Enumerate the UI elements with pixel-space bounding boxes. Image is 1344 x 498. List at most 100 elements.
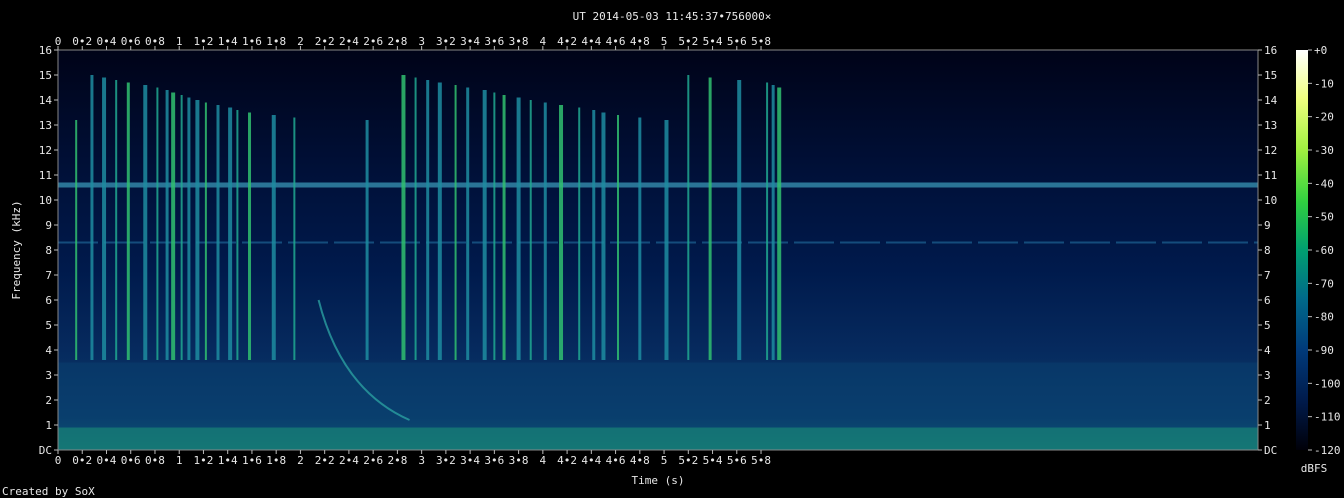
impulse-line	[90, 75, 94, 360]
x-tick-label: 4•6	[606, 454, 626, 467]
impulse-line	[414, 77, 417, 360]
y-tick-label-right: 9	[1264, 219, 1271, 232]
impulse-line	[529, 100, 532, 360]
x-tick-label-top: 2•4	[339, 35, 359, 48]
x-tick-label-top: 1•4	[218, 35, 238, 48]
colorbar-axis: +0 -10 -20 -30 -40 -50 -60 -70 -80 -90 -100 -110 -12…	[1308, 44, 1341, 457]
x-tick-label: 3•4	[460, 454, 480, 467]
y-tick-label-right: 12	[1264, 144, 1277, 157]
impulse-line	[516, 97, 521, 360]
impulse-line	[248, 112, 252, 360]
impulse-line	[401, 75, 406, 360]
y-tick-label: 3	[45, 369, 52, 382]
x-tick-label: 0•8	[145, 454, 165, 467]
y-axis-label: Frequency (kHz)	[10, 200, 23, 299]
y-tick-label-right: 10	[1264, 194, 1277, 207]
x-tick-label: 3	[418, 454, 425, 467]
impulse-line	[216, 105, 220, 360]
x-tick-label: 5•8	[751, 454, 771, 467]
impulse-line	[502, 95, 506, 360]
y-tick-label-right: DC	[1264, 444, 1277, 457]
colorbar-tick-label: -60	[1314, 244, 1334, 257]
y-tick-label-right: 6	[1264, 294, 1271, 307]
x-tick-label-top: 0•4	[97, 35, 117, 48]
y-tick-label: 2	[45, 394, 52, 407]
x-tick-label-top: 5•2	[678, 35, 698, 48]
x-tick-label: 2	[297, 454, 304, 467]
spectrogram-chart: UT 2014-05-03 11:45:37•756000× 0 0 0•2 0•2 0…	[2, 10, 1341, 498]
y-tick-label-right: 14	[1264, 94, 1278, 107]
y-tick-label-right: 3	[1264, 369, 1271, 382]
impulse-line	[102, 77, 107, 360]
impulse-line	[766, 82, 769, 360]
colorbar-tick-label: +0	[1314, 44, 1327, 57]
impulse-line	[543, 102, 547, 360]
impulse-line	[426, 80, 430, 360]
y-tick-label: 16	[39, 44, 52, 57]
x-tick-label-top: 2•2	[315, 35, 335, 48]
x-tick-label-top: 0	[55, 35, 62, 48]
colorbar-tick-label: -80	[1314, 311, 1334, 324]
x-tick-label-top: 1	[176, 35, 183, 48]
impulse-line	[437, 82, 442, 360]
y-tick-label: 10	[39, 194, 52, 207]
impulse-line	[171, 92, 176, 360]
impulse-line	[638, 117, 642, 360]
y-tick-label: 13	[39, 119, 52, 132]
y-tick-label-right: 11	[1264, 169, 1277, 182]
impulse-line	[195, 100, 200, 360]
impulse-line	[493, 92, 496, 360]
y-tick-label-right: 2	[1264, 394, 1271, 407]
impulse-line	[165, 90, 169, 360]
x-tick-label: 3•8	[509, 454, 529, 467]
x-tick-label-top: 3•4	[460, 35, 480, 48]
x-tick-label-top: 3•6	[484, 35, 504, 48]
x-tick-label: 2•4	[339, 454, 359, 467]
x-tick-label-top: 1•8	[266, 35, 286, 48]
impulse-line	[578, 107, 581, 360]
x-tick-label: 1•2	[194, 454, 214, 467]
x-tick-label: 0•4	[97, 454, 117, 467]
y-tick-label-right: 15	[1264, 69, 1277, 82]
impulse-line	[454, 85, 457, 360]
x-tick-label-top: 3•2	[436, 35, 456, 48]
colorbar-tick-label: -40	[1314, 177, 1334, 190]
x-tick-label: 0	[55, 454, 62, 467]
y-tick-label: 8	[45, 244, 52, 257]
x-tick-label: 2•2	[315, 454, 335, 467]
impulse-line	[617, 115, 619, 360]
x-tick-label-top: 4•6	[606, 35, 626, 48]
impulse-line	[601, 112, 606, 360]
colorbar-label: dBFS	[1301, 462, 1328, 475]
impulse-line	[293, 117, 296, 360]
colorbar-tick-label: -90	[1314, 344, 1334, 357]
impulse-line	[687, 75, 690, 360]
y-tick-label-right: 1	[1264, 419, 1271, 432]
x-tick-label: 0•6	[121, 454, 141, 467]
impulse-line	[592, 110, 596, 360]
impulse-line	[737, 80, 742, 360]
x-tick-label-top: 0•2	[72, 35, 92, 48]
x-tick-label: 1	[176, 454, 183, 467]
x-tick-label-top: 3•8	[509, 35, 529, 48]
x-tick-label: 5•2	[678, 454, 698, 467]
impulse-line	[365, 120, 369, 360]
x-tick-label: 4•2	[557, 454, 577, 467]
x-tick-label: 1•8	[266, 454, 286, 467]
impulse-line	[75, 120, 78, 360]
y-tick-label: 1	[45, 419, 52, 432]
y-tick-label: 12	[39, 144, 52, 157]
sox-credit: Created by SoX	[2, 485, 95, 498]
impulse-line	[482, 90, 487, 360]
x-tick-label-top: 2•6	[363, 35, 383, 48]
x-tick-label: 1•6	[242, 454, 262, 467]
impulse-line	[187, 97, 191, 360]
y-tick-label: 15	[39, 69, 52, 82]
impulse-line	[271, 115, 276, 360]
dc-band	[58, 427, 1258, 450]
impulse-line	[771, 85, 775, 360]
impulse-line	[559, 105, 564, 360]
y-tick-label: 6	[45, 294, 52, 307]
impulse-line	[777, 87, 782, 360]
colorbar-tick-label: -110	[1314, 411, 1341, 424]
